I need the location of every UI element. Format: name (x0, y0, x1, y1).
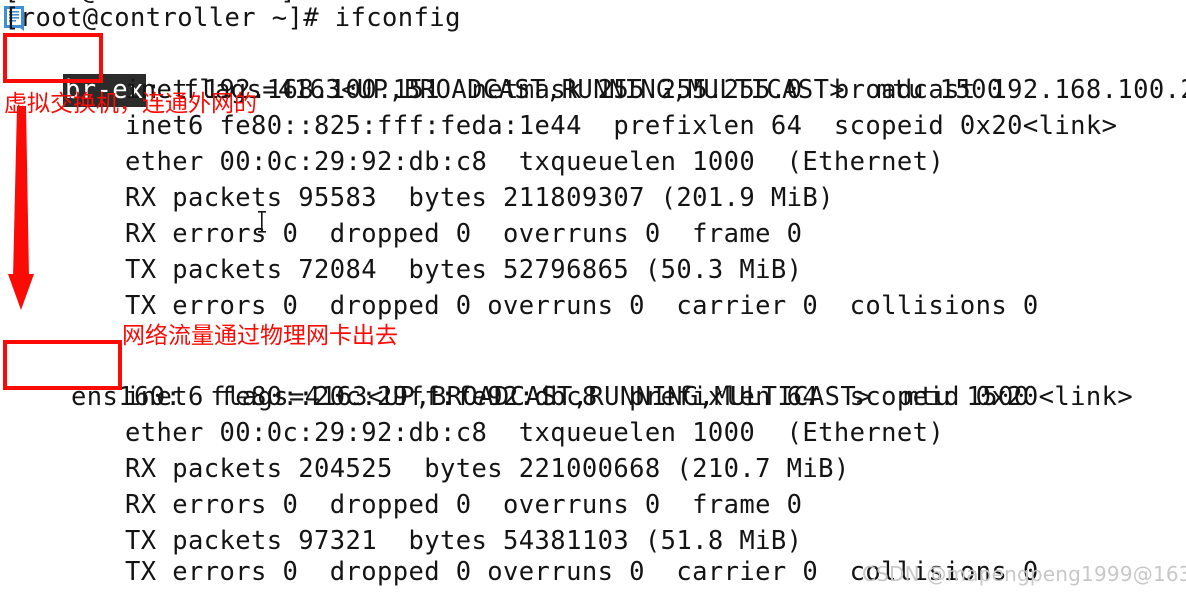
ens160-ether-line: ether 00:0c:29:92:db:c8 txqueuelen 1000 … (125, 418, 945, 448)
ens160-rx-packets-line: RX packets 204525 bytes 221000668 (210.7… (125, 454, 850, 484)
annotation-note-virtual-switch: 虚拟交换机，连通外网的 (4, 91, 257, 117)
text-cursor-icon (257, 211, 267, 233)
terminal-screenshot: [root@controller ~]# [root@controller ~]… (0, 0, 1186, 594)
br-ex-ether-line: ether 00:0c:29:92:db:c8 txqueuelen 1000 … (125, 147, 945, 177)
terminal-prompt-line: [root@controller ~]# ifconfig (4, 3, 461, 33)
ens160-inet6-line: inet6 fe80::20c:29ff:fe92:dbc8 prefixlen… (125, 382, 1134, 412)
br-ex-rx-packets-line: RX packets 95583 bytes 211809307 (201.9 … (125, 183, 834, 213)
ens160-rx-errors-line: RX errors 0 dropped 0 overruns 0 frame 0 (125, 490, 803, 520)
br-ex-rx-errors-line: RX errors 0 dropped 0 overruns 0 frame 0 (125, 219, 803, 249)
watermark: CSDN @mapengpeng1999@163.c (862, 562, 1186, 586)
br-ex-tx-packets-line: TX packets 72084 bytes 52796865 (50.3 Mi… (125, 255, 803, 285)
interface-header-br-ex: br-ex: flags=4163<UP,BROADCAST,RUNNING,MU… (0, 36, 1186, 107)
arrow-down-icon (4, 106, 58, 312)
annotation-box-br-ex (3, 33, 103, 83)
annotation-note-physical-nic: 网络流量通过物理网卡出去 (122, 323, 398, 349)
annotation-box-ens160 (3, 340, 122, 390)
